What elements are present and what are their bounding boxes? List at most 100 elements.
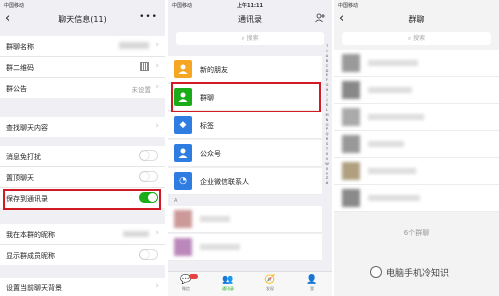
row-label: 群公告 [6,85,27,93]
chevron-right-icon: › [155,61,159,71]
compass-icon: 🧭 [264,275,276,285]
highlight-box [3,189,161,210]
status-bar: 中国移动 上午11:11 [168,0,332,10]
group-row[interactable] [334,131,499,158]
person-icon: 👤 [306,275,318,285]
tab-label: 微信 [182,286,190,291]
group-name-value [119,42,149,49]
group-name [368,87,412,93]
pin-toggle[interactable] [139,171,158,182]
mute-toggle[interactable] [139,150,158,161]
list-item-label: 新的朋友 [200,66,228,74]
row-label: 显示群成员昵称 [6,252,55,260]
group-name [368,114,424,120]
list-item-new-friends[interactable]: 新的朋友 [168,56,322,83]
avatar [342,135,360,153]
find-chat-row[interactable]: 查找聊天内容 › [0,117,165,137]
row-label: 群二维码 [6,64,34,72]
row-label: 置顶聊天 [6,174,34,182]
nav-bar: ‹ 群聊 [334,10,499,28]
contacts-icon: 👥 [222,275,234,285]
nav-bar: 通讯录 [168,10,332,28]
group-row[interactable] [334,158,499,185]
my-alias-row[interactable]: 我在本群的昵称 › [0,224,165,245]
contact-name [200,244,240,250]
alphabet-index[interactable]: ↑ ☆ A B C D E F G H I J K L M N O P Q R S T U V W X Y Z # [324,44,330,186]
mute-row: 消息免打扰 [0,146,165,167]
avatar [342,54,360,72]
search-input[interactable]: ⌕ 搜索 [342,32,491,45]
unread-badge [189,274,198,279]
row-label: 消息免打扰 [6,153,41,161]
add-friend-icon[interactable] [315,13,325,26]
chevron-right-icon: › [155,228,159,238]
list-item-label: 企业微信联系人 [200,178,249,186]
tab-discover[interactable]: 🧭 发现 [258,274,282,292]
group-name [368,60,418,66]
status-bar: 中国移动 [0,0,165,10]
chevron-right-icon: › [155,121,159,131]
group-name [368,195,420,201]
search-placeholder: 搜索 [246,35,259,42]
group-name [368,141,404,147]
search-placeholder: 搜索 [413,35,426,42]
watermark: 电脑手机冷知识 [370,262,494,282]
list-item-official-accounts[interactable]: 公众号 [168,140,322,167]
group-row[interactable] [334,185,499,212]
group-chats-screen: 中国移动 ‹ 群聊 ⌕ 搜索 6个群聊 电脑手机冷知识 [334,0,499,296]
tab-label: 发现 [266,286,274,291]
contacts-screen: 中国移动 上午11:11 通讯录 ⌕ 搜索 新的朋友 群聊 ◆ 标签 公众号 ◔… [168,0,332,296]
watermark-logo-icon [370,266,382,278]
tab-label: 我 [310,286,314,291]
page-title: 群聊 [408,15,425,24]
new-friends-icon [174,60,192,78]
tab-chats[interactable]: 💬 微信 [174,274,198,292]
group-name-row[interactable]: 群聊名称 › [0,36,165,57]
avatar [342,108,360,126]
tab-label: 通讯录 [222,286,234,291]
status-bar: 中国移动 [334,0,499,10]
list-item-work-contacts[interactable]: ◔ 企业微信联系人 [168,168,322,195]
group-row[interactable] [334,50,499,77]
page-title: 通讯录 [238,15,262,24]
contact-row[interactable] [168,234,322,261]
chat-background-row[interactable]: 设置当前聊天背景 › [0,278,165,296]
announcement-row[interactable]: 群公告 未设置 › [0,78,165,98]
announcement-value: 未设置 [131,86,152,94]
group-row[interactable] [334,104,499,131]
search-input[interactable]: ⌕ 搜索 [176,32,324,45]
list-item-label: 公众号 [200,150,221,158]
avatar [342,81,360,99]
chevron-right-icon: › [155,281,159,291]
official-account-icon [174,144,192,162]
qr-code-icon [140,62,149,71]
avatar [174,210,192,228]
group-name [368,168,416,174]
contact-name [200,216,230,222]
list-item-label: 标签 [200,122,214,130]
tag-icon: ◆ [174,116,192,134]
row-label: 我在本群的昵称 [6,231,55,239]
group-qr-row[interactable]: 群二维码 › [0,57,165,78]
alphabet-index-letter[interactable]: # [324,181,330,186]
chevron-right-icon: › [155,40,159,50]
more-icon[interactable]: ••• [139,12,158,22]
avatar [342,189,360,207]
list-item-tags[interactable]: ◆ 标签 [168,112,322,139]
show-alias-toggle[interactable] [139,249,158,260]
group-row[interactable] [334,77,499,104]
group-count: 6个群聊 [403,229,430,237]
tab-bar: 💬 微信 👥 通讯录 🧭 发现 👤 我 [168,271,332,296]
contact-row[interactable] [168,206,322,233]
carrier-label: 中国移动 [4,3,25,9]
tab-me[interactable]: 👤 我 [300,274,324,292]
row-label: 查找聊天内容 [6,124,48,132]
section-header: A [174,198,178,204]
work-wechat-icon: ◔ [174,172,192,190]
tab-contacts[interactable]: 👥 通讯录 [216,274,240,292]
avatar [342,162,360,180]
row-label: 设置当前聊天背景 [6,284,62,292]
avatar [174,238,192,256]
time-label: 上午11:11 [237,3,263,9]
row-label: 群聊名称 [6,43,34,51]
